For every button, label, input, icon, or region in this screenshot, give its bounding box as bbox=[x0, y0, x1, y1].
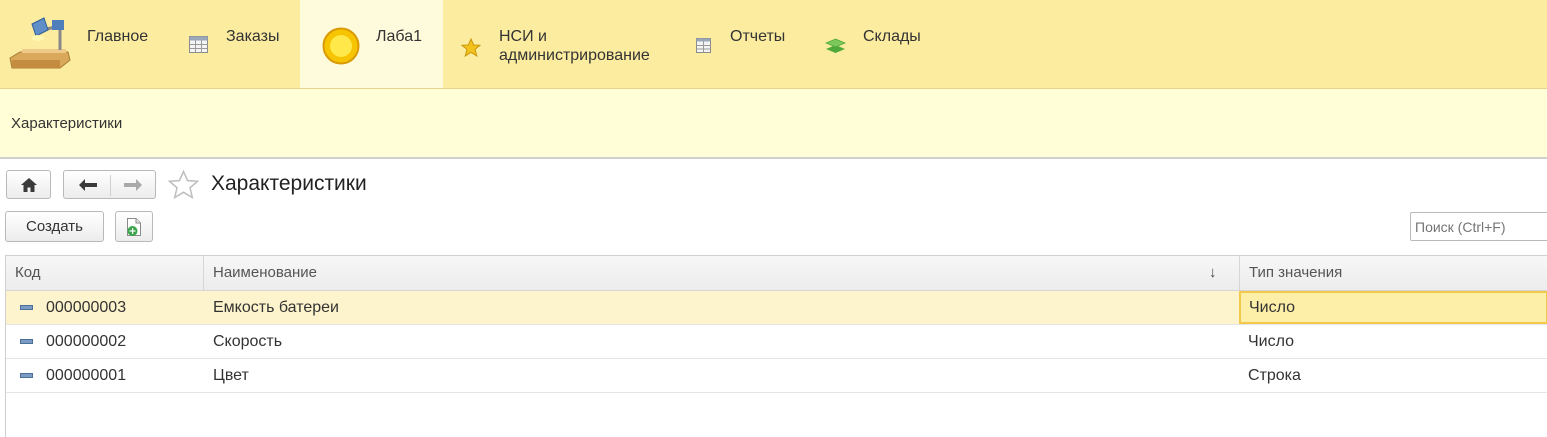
section-nsi-label-line2: администрирование bbox=[499, 47, 650, 64]
cell-name: Емкость батереи bbox=[213, 299, 339, 316]
section-orders[interactable]: Заказы bbox=[168, 0, 300, 88]
create-copy-button[interactable] bbox=[115, 211, 153, 242]
section-warehouses-label: Склады bbox=[863, 28, 921, 45]
catalog-item-icon bbox=[20, 373, 33, 378]
cell-value-type[interactable]: Число bbox=[1239, 291, 1547, 324]
cell-code: 000000002 bbox=[46, 333, 127, 350]
cell-code: 000000003 bbox=[46, 299, 127, 316]
table-row[interactable]: 000000002 Скорость Число bbox=[6, 325, 1547, 359]
create-button[interactable]: Создать bbox=[5, 211, 104, 242]
catalog-item-icon bbox=[20, 305, 33, 310]
sections-panel: Главное Заказы Лаба1 НСИ и администриров… bbox=[0, 0, 1547, 89]
section-nsi[interactable]: НСИ и администрирование bbox=[443, 0, 673, 88]
catalog-item-icon bbox=[20, 339, 33, 344]
characteristics-table: Код Наименование ↓ Тип значения 00000000… bbox=[5, 255, 1547, 437]
table-header: Код Наименование ↓ Тип значения bbox=[6, 256, 1547, 291]
section-orders-label: Заказы bbox=[226, 28, 280, 45]
section-reports-label: Отчеты bbox=[730, 28, 786, 45]
section-main-label: Главное bbox=[87, 28, 149, 45]
section-nsi-label-line1: НСИ и bbox=[499, 28, 547, 45]
yellow-circle-icon bbox=[322, 27, 360, 65]
document-add-icon bbox=[127, 218, 141, 236]
section-main[interactable]: Главное bbox=[0, 0, 168, 88]
favorite-star-icon[interactable] bbox=[168, 170, 199, 199]
forward-button[interactable] bbox=[111, 171, 157, 200]
sort-descending-icon: ↓ bbox=[1209, 264, 1217, 281]
star-icon bbox=[461, 38, 481, 57]
green-layers-icon bbox=[825, 38, 846, 53]
report-table-icon bbox=[696, 38, 711, 53]
section-warehouses[interactable]: Склады bbox=[805, 0, 945, 88]
section-functions-panel: Характеристики bbox=[0, 89, 1547, 159]
cell-code: 000000001 bbox=[46, 367, 127, 384]
desk-lamp-icon bbox=[9, 17, 71, 69]
table-row[interactable]: 000000003 Емкость батереи Число bbox=[6, 291, 1547, 325]
column-header-value-type[interactable]: Тип значения bbox=[1239, 256, 1547, 290]
table-grid-icon bbox=[189, 36, 208, 53]
cell-name: Цвет bbox=[213, 367, 249, 384]
section-lab1-label: Лаба1 bbox=[376, 28, 422, 45]
column-header-name[interactable]: Наименование bbox=[203, 256, 1239, 290]
arrow-left-icon bbox=[79, 179, 97, 191]
column-header-code[interactable]: Код bbox=[6, 256, 203, 290]
cell-value-type: Строка bbox=[1248, 367, 1301, 384]
arrow-right-icon bbox=[124, 179, 142, 191]
search-input[interactable] bbox=[1410, 212, 1547, 241]
form-title: Характеристики bbox=[211, 172, 367, 195]
cell-value-type: Число bbox=[1248, 333, 1295, 350]
link-characteristics[interactable]: Характеристики bbox=[11, 115, 122, 132]
back-button[interactable] bbox=[64, 171, 110, 200]
home-button[interactable] bbox=[6, 170, 51, 199]
navigation-buttons bbox=[63, 170, 156, 199]
home-icon bbox=[21, 178, 37, 192]
table-row[interactable]: 000000001 Цвет Строка bbox=[6, 359, 1547, 393]
section-reports[interactable]: Отчеты bbox=[673, 0, 805, 88]
section-lab1[interactable]: Лаба1 bbox=[300, 0, 443, 88]
cell-name: Скорость bbox=[213, 333, 283, 350]
